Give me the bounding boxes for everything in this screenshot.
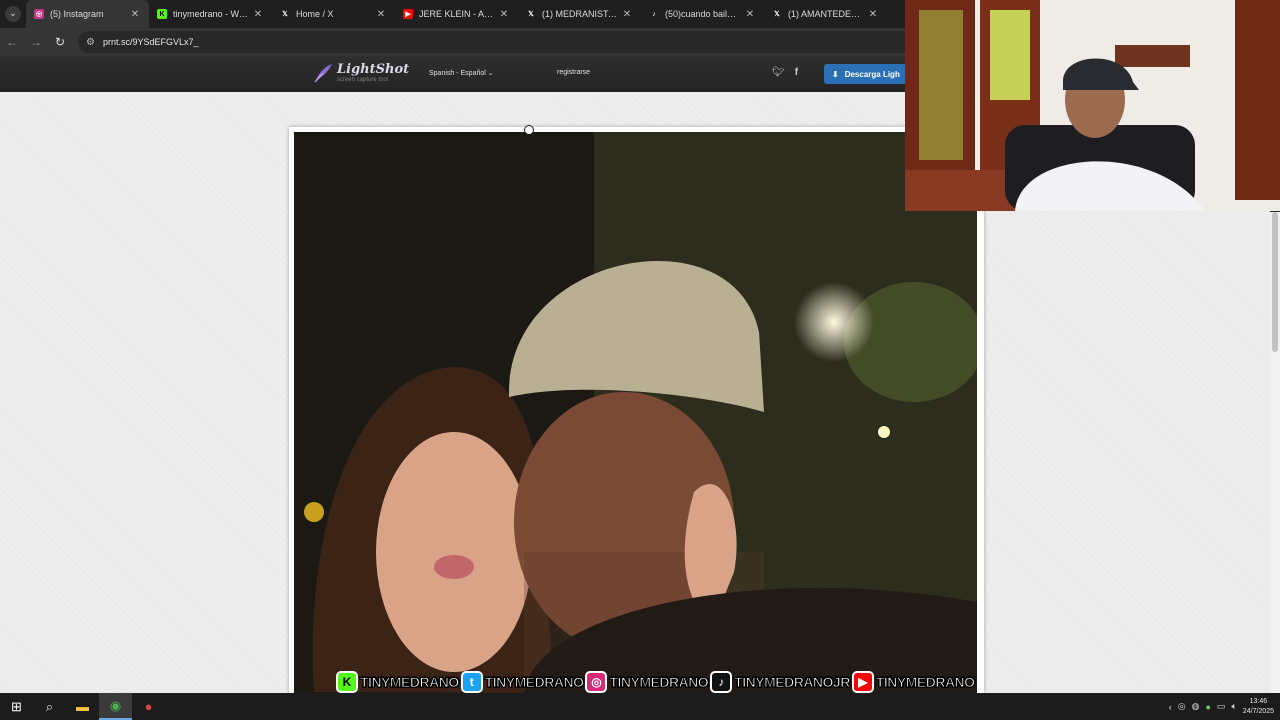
- social-twitter: t TINYMEDRANO: [460, 671, 584, 693]
- file-explorer-icon[interactable]: ▬: [66, 693, 99, 720]
- x-icon: 𝕏: [282, 11, 288, 18]
- tab-title: tinymedrano - Watch: [173, 9, 248, 19]
- youtube-icon: ▶: [403, 9, 413, 19]
- tab-search-button[interactable]: ⌄: [0, 0, 26, 28]
- language-label: Spanish - Español: [429, 70, 486, 77]
- social-kick: K TINYMEDRANO: [336, 671, 460, 693]
- social-youtube: ▶ TINYMEDRANO: [851, 671, 976, 693]
- chevron-left-icon[interactable]: ‹: [1169, 702, 1172, 712]
- reload-button[interactable]: ↻: [48, 30, 72, 54]
- tray-app-icon[interactable]: ●: [1205, 702, 1210, 712]
- browser-tab[interactable]: ◎ (5) Instagram ✕: [26, 0, 149, 28]
- volume-icon[interactable]: 🔈︎: [1231, 701, 1236, 712]
- close-icon[interactable]: ✕: [867, 9, 879, 20]
- instagram-icon: ◎: [34, 9, 44, 19]
- close-icon[interactable]: ✕: [498, 9, 510, 20]
- webcam-overlay: [905, 0, 1280, 211]
- tab-title: Home / X: [296, 9, 334, 19]
- youtube-icon: ▶: [851, 671, 874, 693]
- kick-icon: K: [336, 671, 358, 693]
- x-icon: 𝕏: [528, 11, 534, 18]
- social-handle: TINYMEDRANO: [609, 674, 709, 691]
- photo-illustration: [294, 132, 977, 693]
- clock[interactable]: 13:46 24/7/2025: [1243, 697, 1274, 717]
- twitter-icon[interactable]: 🐦︎: [772, 67, 785, 78]
- back-button[interactable]: ←: [0, 30, 24, 54]
- tab-title: (1) AMANTEDEMICH: [788, 9, 863, 19]
- language-selector[interactable]: Spanish - Español ⌄: [429, 69, 494, 77]
- windows-start-icon[interactable]: ⊞: [0, 693, 33, 720]
- download-icon: ⬇: [832, 69, 839, 79]
- close-icon[interactable]: ✕: [375, 9, 387, 20]
- twitter-icon: t: [460, 671, 483, 693]
- webcam-illustration: [905, 0, 1280, 211]
- tab-title: (5) Instagram: [50, 9, 104, 19]
- social-handle: TINYMEDRANO: [484, 674, 584, 691]
- browser-tab[interactable]: ♪ (50)cuando bailo me ✕: [641, 0, 764, 28]
- browser-tab[interactable]: 𝕏 (1) AMANTEDEMICH ✕: [764, 0, 887, 28]
- screenshot-image[interactable]: [294, 132, 977, 693]
- clock-time: 13:46: [1249, 697, 1268, 705]
- social-handle: TINYMEDRANO: [360, 674, 460, 691]
- browser-tab[interactable]: K tinymedrano - Watch ✕: [149, 0, 272, 28]
- close-icon[interactable]: ✕: [252, 9, 264, 20]
- logo-tagline: screen capture tool: [337, 76, 389, 83]
- browser-tab[interactable]: 𝕏 (1) MEDRANISTAS X ✕: [518, 0, 641, 28]
- browser-tab[interactable]: 𝕏 Home / X ✕: [272, 0, 395, 28]
- kick-icon: K: [157, 9, 167, 19]
- social-links: 🐦︎ f: [772, 67, 798, 78]
- logo-text: LightShot: [337, 61, 410, 77]
- chevron-down-icon: ⌄: [487, 70, 494, 77]
- address-bar[interactable]: ⚙ prnt.sc/9YSdEFGVLx7_: [78, 31, 938, 53]
- x-icon: 𝕏: [774, 11, 780, 18]
- chevron-down-icon: ⌄: [5, 6, 21, 22]
- close-icon[interactable]: ✕: [744, 9, 756, 20]
- scrollbar-thumb[interactable]: [1272, 212, 1278, 352]
- feather-icon: [314, 64, 332, 83]
- chrome-icon[interactable]: ◉: [99, 693, 132, 720]
- tiktok-icon: ♪: [652, 10, 656, 18]
- facebook-icon[interactable]: f: [795, 67, 798, 78]
- forward-button[interactable]: →: [24, 30, 48, 54]
- site-info-icon[interactable]: ⚙: [86, 37, 95, 48]
- tray-app-icon[interactable]: ◍: [1192, 701, 1200, 712]
- search-icon[interactable]: ⌕: [33, 693, 66, 720]
- social-handles-banner: K TINYMEDRANO t TINYMEDRANO ◎ TINYMEDRAN…: [336, 668, 976, 696]
- browser-tab[interactable]: ▶ JERE KLEIN - ANDO ✕: [395, 0, 518, 28]
- obs-icon[interactable]: ●: [132, 693, 165, 720]
- clock-date: 24/7/2025: [1242, 707, 1274, 715]
- url-text: prnt.sc/9YSdEFGVLx7_: [102, 37, 199, 47]
- network-icon[interactable]: ▭: [1217, 701, 1226, 712]
- register-link[interactable]: registrarse: [557, 69, 590, 76]
- social-handle: TINYMEDRANO: [875, 674, 975, 691]
- tab-title: (50)cuando bailo me: [665, 9, 740, 19]
- tab-title: JERE KLEIN - ANDO: [419, 9, 494, 19]
- lightshot-logo[interactable]: LightShot screen capture tool: [312, 62, 409, 84]
- tray-app-icon[interactable]: ◎: [1178, 701, 1186, 712]
- tiktok-icon: ♪: [710, 671, 733, 693]
- scrollbar[interactable]: [1270, 212, 1280, 693]
- download-label: Descarga Ligh: [844, 69, 900, 79]
- close-icon[interactable]: ✕: [129, 9, 141, 20]
- social-handle: TINYMEDRANOJR: [734, 674, 851, 691]
- social-tiktok: ♪ TINYMEDRANOJR: [710, 671, 851, 693]
- windows-taskbar: ⊞ ⌕ ▬ ◉ ● ‹ ◎ ◍ ● ▭ 🔈︎ 13:46 24/7/2025: [0, 693, 1280, 720]
- social-instagram: ◎ TINYMEDRANO: [585, 671, 709, 693]
- zoom-cursor-icon: [524, 125, 534, 135]
- close-icon[interactable]: ✕: [621, 9, 633, 20]
- system-tray: ‹ ◎ ◍ ● ▭ 🔈︎ 13:46 24/7/2025: [1169, 693, 1280, 720]
- instagram-icon: ◎: [585, 671, 608, 693]
- tab-title: (1) MEDRANISTAS X: [542, 9, 617, 19]
